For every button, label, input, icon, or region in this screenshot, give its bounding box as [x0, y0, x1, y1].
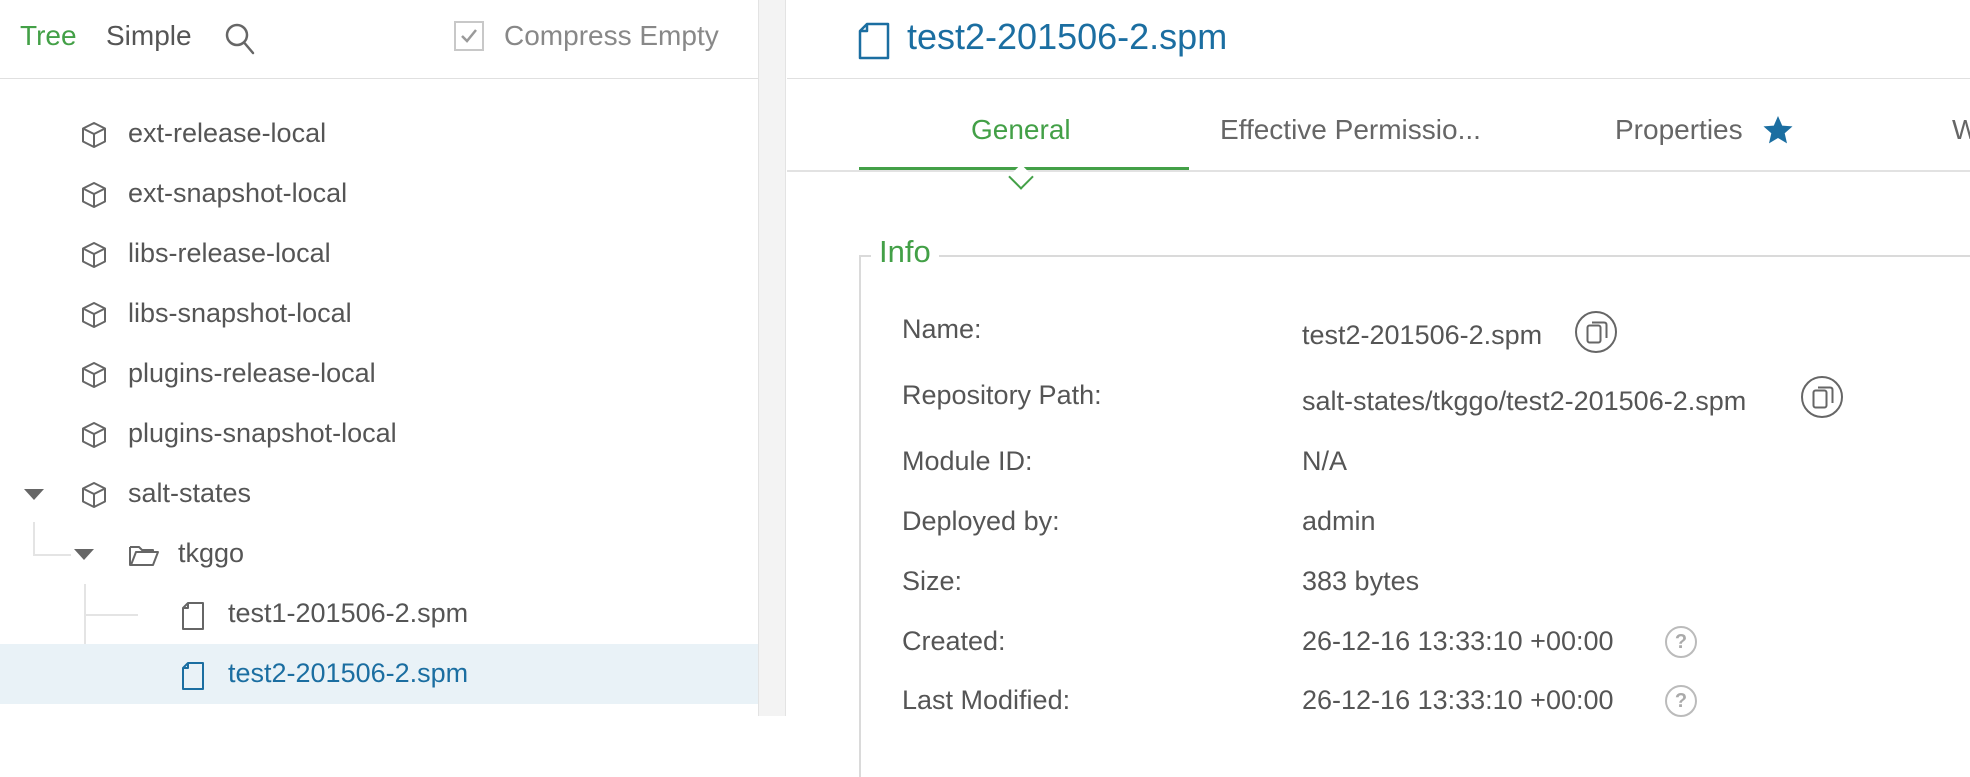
repository-icon [80, 361, 108, 389]
star-icon [1762, 114, 1794, 151]
folder-open-icon [128, 541, 160, 569]
compress-empty-checkbox[interactable] [454, 21, 484, 51]
tab-properties[interactable]: Properties [1615, 114, 1743, 146]
tree-item-test1[interactable]: test1-201506-2.spm [0, 584, 758, 644]
repository-icon [80, 421, 108, 449]
search-icon[interactable] [224, 22, 256, 56]
details-header: test2-201506-2.spm [787, 0, 1970, 79]
info-label-size: Size: [902, 566, 963, 596]
tree-item-label: test1-201506-2.spm [228, 598, 469, 628]
info-value-created: 26-12-16 13:33:10 +00:00 [1302, 626, 1614, 656]
tree-item-label: tkggo [178, 538, 245, 568]
info-label-name: Name: [902, 314, 982, 344]
tree-item-ext-release-local[interactable]: ext-release-local [0, 104, 758, 164]
tab-general[interactable]: General [971, 114, 1071, 146]
info-label-deployed-by: Deployed by: [902, 506, 1060, 536]
tab-effective-permissions[interactable]: Effective Permissio... [1220, 114, 1481, 146]
file-icon [857, 22, 891, 65]
details-tabs: General Effective Permissio... Propertie… [787, 80, 1970, 190]
info-value-size: 383 bytes [1302, 566, 1420, 596]
tab-tree[interactable]: Tree [20, 20, 77, 52]
tab-simple[interactable]: Simple [106, 20, 192, 52]
tree-item-libs-snapshot-local[interactable]: libs-snapshot-local [0, 284, 758, 344]
repository-icon [80, 481, 108, 509]
info-label-module-id: Module ID: [902, 446, 1033, 476]
details-panel: test2-201506-2.spm General Effective Per… [787, 0, 1970, 777]
tree-item-test2[interactable]: test2-201506-2.spm [0, 644, 758, 704]
compress-empty-label: Compress Empty [504, 20, 719, 51]
tree-item-label: salt-states [128, 478, 252, 508]
tree-item-ext-snapshot-local[interactable]: ext-snapshot-local [0, 164, 758, 224]
info-value-repository-path: salt-states/tkggo/test2-201506-2.spm [1302, 386, 1747, 416]
tree-item-label: libs-release-local [128, 238, 331, 268]
tree-item-label: plugins-release-local [128, 358, 376, 388]
tree-panel: Tree Simple Compress Empty ext-release-l… [0, 0, 759, 716]
info-value-module-id: N/A [1302, 446, 1348, 476]
tree-item-label: plugins-snapshot-local [128, 418, 397, 448]
file-icon [180, 601, 206, 630]
info-value-last-modified: 26-12-16 13:33:10 +00:00 [1302, 685, 1614, 715]
tree-item-salt-states[interactable]: salt-states [0, 464, 758, 524]
tree-item-plugins-snapshot-local[interactable]: plugins-snapshot-local [0, 404, 758, 464]
repository-icon [80, 181, 108, 209]
expand-caret-icon[interactable] [24, 489, 44, 500]
tree-item-label: test2-201506-2.spm [228, 658, 469, 688]
info-label-last-modified: Last Modified: [902, 685, 1071, 715]
tree-item-label: ext-release-local [128, 118, 327, 148]
info-legend: Info [871, 234, 939, 270]
copy-path-button[interactable] [1801, 376, 1843, 418]
repository-icon [80, 301, 108, 329]
info-label-repository-path: Repository Path: [902, 380, 1102, 410]
copy-name-button[interactable] [1575, 311, 1617, 353]
tab-w[interactable]: W [1952, 114, 1970, 146]
help-icon[interactable]: ? [1665, 626, 1697, 658]
repository-icon [80, 121, 108, 149]
tree-item-tkggo[interactable]: tkggo [0, 524, 758, 584]
pane-splitter[interactable] [758, 0, 786, 716]
tree-item-plugins-release-local[interactable]: plugins-release-local [0, 344, 758, 404]
page-title: test2-201506-2.spm [907, 16, 1228, 57]
repository-icon [80, 241, 108, 269]
info-label-created: Created: [902, 626, 1006, 656]
help-icon[interactable]: ? [1665, 685, 1697, 717]
info-value-name: test2-201506-2.spm [1302, 320, 1543, 350]
tree-item-label: libs-snapshot-local [128, 298, 352, 328]
tree-item-libs-release-local[interactable]: libs-release-local [0, 224, 758, 284]
tree-toolbar: Tree Simple Compress Empty [0, 0, 758, 79]
tree-item-label: ext-snapshot-local [128, 178, 348, 208]
file-icon [180, 661, 206, 690]
info-value-deployed-by: admin [1302, 506, 1376, 536]
expand-caret-icon[interactable] [74, 549, 94, 560]
